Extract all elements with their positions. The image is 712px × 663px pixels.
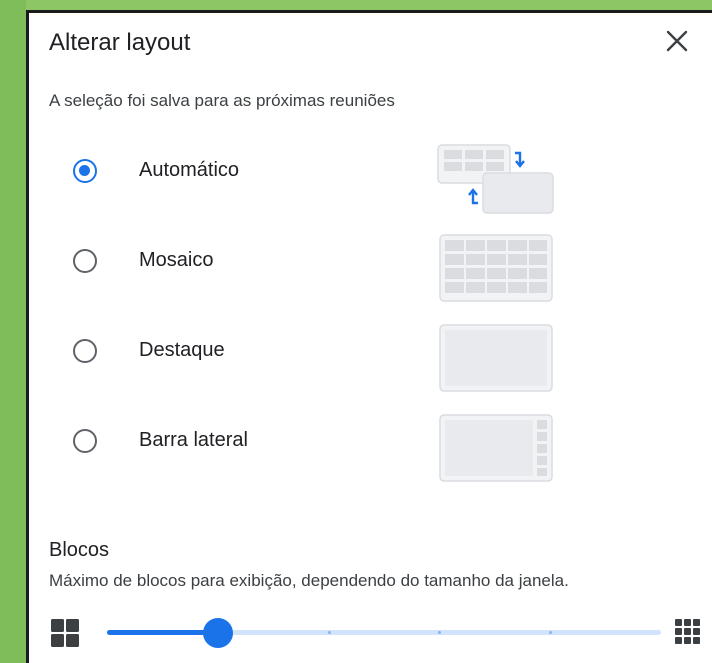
dialog-title: Alterar layout — [49, 29, 191, 56]
auto-layout-icon — [437, 144, 554, 214]
tiles-section-title: Blocos — [49, 539, 110, 561]
layout-option-spotlight[interactable]: Destaque — [69, 324, 589, 392]
slider-thumb[interactable] — [202, 618, 233, 648]
radio-sidebar[interactable] — [73, 429, 97, 453]
close-icon[interactable] — [659, 23, 695, 59]
slider-fill — [107, 630, 218, 635]
radio-tiled[interactable] — [73, 249, 97, 273]
layout-option-automatic[interactable]: Automático — [69, 144, 589, 214]
option-label-spotlight: Destaque — [139, 339, 225, 361]
tiles-slider[interactable] — [107, 618, 661, 648]
tiles-section-description: Máximo de blocos para exibição, dependen… — [49, 571, 569, 590]
background-left-strip — [0, 0, 26, 663]
many-tiles-icon — [675, 619, 700, 644]
change-layout-dialog: Alterar layout A seleção foi salva para … — [26, 10, 712, 663]
slider-tick-mark — [438, 631, 442, 634]
tiled-layout-icon — [439, 234, 553, 302]
option-label-tiled: Mosaico — [139, 249, 214, 271]
layout-option-tiled[interactable]: Mosaico — [69, 234, 589, 302]
option-label-automatic: Automático — [139, 159, 240, 181]
sidebar-layout-icon — [439, 414, 553, 482]
radio-spotlight[interactable] — [73, 339, 97, 363]
tiles-slider-row — [49, 609, 709, 655]
dialog-subtitle: A seleção foi salva para as próximas reu… — [49, 91, 395, 110]
few-tiles-icon — [51, 619, 79, 647]
slider-tick-mark — [549, 631, 553, 634]
radio-automatic[interactable] — [73, 159, 97, 183]
option-label-sidebar: Barra lateral — [139, 429, 248, 451]
slider-tick-mark — [327, 631, 331, 634]
layout-option-sidebar[interactable]: Barra lateral — [69, 414, 589, 482]
spotlight-layout-icon — [439, 324, 553, 392]
